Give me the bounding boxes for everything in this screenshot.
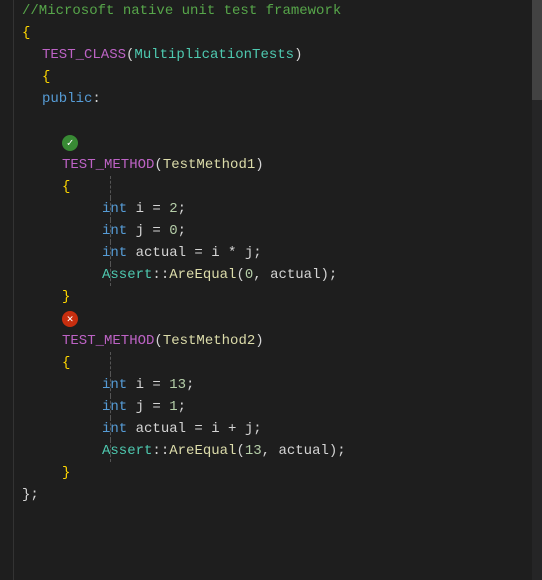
code-line: Assert::AreEqual(0, actual); [14,264,542,286]
token-plain: ( [126,47,134,63]
token-keyword: public [42,91,92,107]
code-line: int j = 1; [14,396,542,418]
token-plain: j = [127,399,169,415]
editor: //Microsoft native unit test framework { T… [0,0,542,580]
code-line: TEST_CLASS(MultiplicationTests) [14,44,542,66]
token-plain: ( [236,443,244,459]
token-macro: TEST_METHOD [62,333,154,349]
token-number: 2 [169,201,177,217]
token-plain: }; [22,487,39,503]
token-plain: : [92,91,100,107]
token-number: 1 [169,399,177,415]
code-line: ✕ [14,308,542,330]
code-line: }; [14,484,542,506]
token-method: TestMethod2 [163,333,255,349]
token-plain: actual = i * j; [127,245,261,261]
token-plain: i = [127,377,169,393]
code-line: TEST_METHOD(TestMethod2) [14,330,542,352]
token-plain: , actual); [253,267,337,283]
token-macro: TEST_CLASS [42,47,126,63]
vertical-guide-line [110,396,111,418]
scroll-thumb[interactable] [532,0,542,100]
token-method: AreEqual [169,267,236,283]
vertical-guide-line [110,440,111,462]
code-line: { [14,176,542,198]
token-plain: ; [178,399,186,415]
code-line: int i = 13; [14,374,542,396]
token-macro: TEST_METHOD [62,157,154,173]
token-method: TestMethod1 [163,157,255,173]
token-number: 13 [245,443,262,459]
token-keyword: int [102,399,127,415]
code-line: { [14,352,542,374]
token-plain: , actual); [262,443,346,459]
code-line: ✓ [14,132,542,154]
token-keyword: int [102,421,127,437]
vertical-guide-line [110,418,111,440]
token-plain: ; [178,201,186,217]
token-plain: :: [152,267,169,283]
token-keyword: int [102,223,127,239]
code-line: int actual = i * j; [14,242,542,264]
vertical-guide-line [110,352,111,374]
vertical-guide-line [110,176,111,198]
line-gutter [0,0,14,580]
token-plain: ) [294,47,302,63]
test-fail-icon: ✕ [62,311,78,327]
token-class: MultiplicationTests [134,47,294,63]
token-brace: { [42,69,50,85]
code-line: } [14,462,542,484]
token-keyword: int [102,377,127,393]
code-line [14,110,542,132]
code-line: { [14,22,542,44]
code-line: TEST_METHOD(TestMethod1) [14,154,542,176]
token-brace: { [62,179,70,195]
token-plain: :: [152,443,169,459]
token-plain: i = [127,201,169,217]
vertical-guide-line [110,198,111,220]
token-plain: ; [186,377,194,393]
vertical-guide-line [110,374,111,396]
code-line: int i = 2; [14,198,542,220]
token-keyword: int [102,245,127,261]
token-plain: ( [154,333,162,349]
token-number: 0 [169,223,177,239]
token-method: AreEqual [169,443,236,459]
token-comment: //Microsoft native unit test framework [22,3,341,19]
token-brace: { [62,355,70,371]
code-line: { [14,66,542,88]
token-brace: } [62,465,70,481]
vertical-guide-line [110,264,111,286]
token-keyword: int [102,201,127,217]
vertical-guide-line [110,220,111,242]
token-plain: ) [255,157,263,173]
token-number: 13 [169,377,186,393]
code-area[interactable]: //Microsoft native unit test framework { T… [14,0,542,580]
token-plain: ( [236,267,244,283]
token-brace: { [22,25,30,41]
test-pass-icon: ✓ [62,135,78,151]
token-plain: ; [178,223,186,239]
vertical-guide-line [110,242,111,264]
token-brace: } [62,289,70,305]
token-plain: j = [127,223,169,239]
code-line: int actual = i + j; [14,418,542,440]
code-line: } [14,286,542,308]
token-plain: ) [255,333,263,349]
token-plain: actual = i + j; [127,421,261,437]
code-line: //Microsoft native unit test framework [14,0,542,22]
code-line: public: [14,88,542,110]
token-number: 0 [245,267,253,283]
scrollbar[interactable] [532,0,542,580]
code-line: Assert::AreEqual(13, actual); [14,440,542,462]
token-plain: ( [154,157,162,173]
code-line: int j = 0; [14,220,542,242]
